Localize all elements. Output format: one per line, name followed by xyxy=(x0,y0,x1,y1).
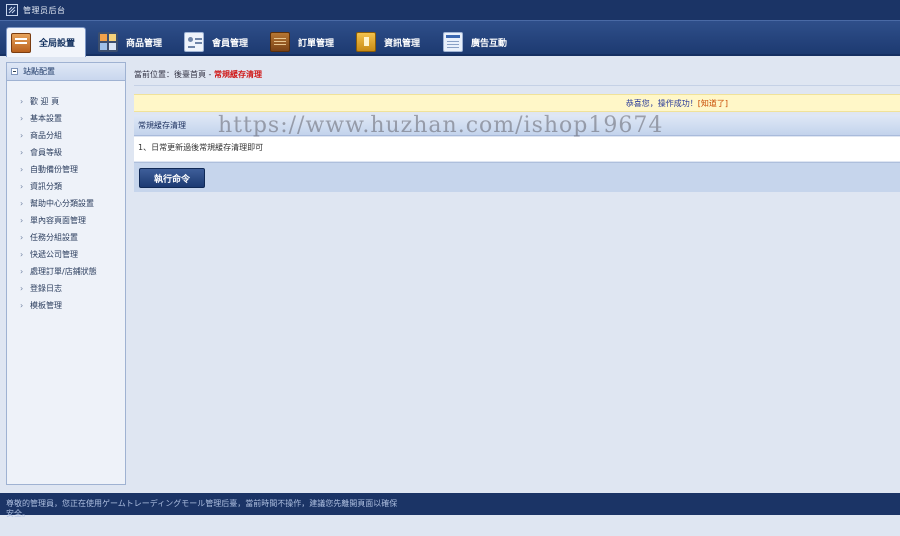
sidebar-menu: › 歡 迎 頁 › 基本設置 › 商品分組 › 會員等級 › 自動備份管理 › 資訊分類 ›… xyxy=(7,81,125,314)
news-icon xyxy=(356,32,376,52)
tab-product-management[interactable]: 商品管理 xyxy=(94,27,174,57)
success-notice: 恭喜您，操作成功！[知道了] xyxy=(134,94,900,112)
sidebar-item-login-log[interactable]: › 登錄日志 xyxy=(7,280,125,297)
sidebar-item-basic-settings[interactable]: › 基本設置 xyxy=(7,110,125,127)
sidebar-item-member-levels[interactable]: › 會員等級 xyxy=(7,144,125,161)
order-book-icon xyxy=(270,32,290,52)
tab-label: 廣告互動 xyxy=(471,38,508,49)
tab-ad-interaction[interactable]: 廣告互動 xyxy=(439,27,519,57)
tab-news-management[interactable]: 資訊管理 xyxy=(352,27,432,57)
app-titlebar: 管理员后台 xyxy=(0,0,900,20)
sidebar-title: 站點配置 xyxy=(23,67,55,76)
tab-label: 會員管理 xyxy=(212,38,249,49)
sidebar-item-single-pages[interactable]: › 單內容頁面管理 xyxy=(7,212,125,229)
app-logo-icon xyxy=(6,4,18,16)
sidebar-item-template-management[interactable]: › 模板管理 xyxy=(7,297,125,314)
notice-message: 恭喜您，操作成功！ xyxy=(625,99,698,108)
notice-dismiss-link[interactable]: [知道了] xyxy=(698,99,728,108)
sidebar-item-help-categories[interactable]: › 幫助中心分類設置 xyxy=(7,195,125,212)
sidebar-item-label: 會員等級 xyxy=(30,148,62,157)
sidebar-item-label: 自動備份管理 xyxy=(30,165,78,174)
execute-command-button[interactable]: 執行命令 xyxy=(139,168,205,188)
sidebar: 站點配置 › 歡 迎 頁 › 基本設置 › 商品分組 › 會員等級 › 自動備份管理 › 資… xyxy=(6,62,126,485)
tab-member-management[interactable]: 會員管理 xyxy=(180,27,260,57)
tab-label: 訂單管理 xyxy=(298,38,335,49)
sidebar-item-label: 任務分組設置 xyxy=(30,233,78,242)
divider xyxy=(134,85,900,86)
app-title: 管理员后台 xyxy=(23,5,66,15)
breadcrumb-current: 常規緩存清理 xyxy=(213,70,262,79)
sidebar-item-order-shop-status[interactable]: › 處理訂單/店鋪狀態 xyxy=(7,263,125,280)
sidebar-item-label: 幫助中心分類設置 xyxy=(30,199,94,208)
sidebar-item-label: 基本設置 xyxy=(30,114,62,123)
tab-global-settings[interactable]: 全局設置 xyxy=(6,27,86,57)
breadcrumb: 當前位置：後臺首頁 - 常規緩存清理 xyxy=(134,69,262,80)
sidebar-item-label: 歡 迎 頁 xyxy=(30,97,60,106)
chevron-right-icon: › xyxy=(20,182,24,191)
chevron-right-icon: › xyxy=(20,301,24,310)
sidebar-item-courier-companies[interactable]: › 快遞公司管理 xyxy=(7,246,125,263)
chevron-right-icon: › xyxy=(20,97,24,106)
chevron-right-icon: › xyxy=(20,199,24,208)
footer-message: 尊敬的管理員，您正在使用ゲームトレーディングモール管理后臺，當前時間不操作，建議… xyxy=(6,499,398,518)
sidebar-item-product-groups[interactable]: › 商品分組 xyxy=(7,127,125,144)
footer-bar: 尊敬的管理員，您正在使用ゲームトレーディングモール管理后臺，當前時間不操作，建議… xyxy=(0,493,900,518)
user-card-icon xyxy=(184,32,204,52)
sidebar-item-label: 處理訂單/店鋪狀態 xyxy=(30,267,97,276)
settings-icon xyxy=(11,32,31,53)
chevron-right-icon: › xyxy=(20,284,24,293)
grid-icon xyxy=(98,32,118,52)
sidebar-item-welcome[interactable]: › 歡 迎 頁 xyxy=(7,93,125,110)
sidebar-header[interactable]: 站點配置 xyxy=(7,63,125,81)
tab-label: 資訊管理 xyxy=(384,38,421,49)
panel-actions: 執行命令 xyxy=(134,162,900,192)
collapse-icon[interactable] xyxy=(11,68,18,75)
watermark-text: https://www.huzhan.com/ishop19674 xyxy=(218,113,664,138)
chevron-right-icon: › xyxy=(20,267,24,276)
chevron-right-icon: › xyxy=(20,131,24,140)
chevron-right-icon: › xyxy=(20,148,24,157)
sidebar-item-label: 資訊分類 xyxy=(30,182,62,191)
chevron-right-icon: › xyxy=(20,250,24,259)
ad-icon xyxy=(443,32,463,52)
breadcrumb-prefix: 當前位置：後臺首頁 - xyxy=(134,70,214,79)
sidebar-item-label: 快遞公司管理 xyxy=(30,250,78,259)
sidebar-item-label: 單內容頁面管理 xyxy=(30,216,86,225)
sidebar-item-auto-backup[interactable]: › 自動備份管理 xyxy=(7,161,125,178)
main-nav: 全局設置 商品管理 會員管理 訂單管理 資訊管理 廣告互動 xyxy=(0,20,900,57)
sidebar-item-label: 商品分組 xyxy=(30,131,62,140)
sidebar-item-label: 模板管理 xyxy=(30,301,62,310)
sidebar-item-label: 登錄日志 xyxy=(30,284,62,293)
chevron-right-icon: › xyxy=(20,114,24,123)
sidebar-item-news-categories[interactable]: › 資訊分類 xyxy=(7,178,125,195)
sidebar-item-task-groups[interactable]: › 任務分組設置 xyxy=(7,229,125,246)
chevron-right-icon: › xyxy=(20,165,24,174)
tab-order-management[interactable]: 訂單管理 xyxy=(266,27,346,57)
panel-instruction: 1、日常更新過後常規緩存清理即可 xyxy=(134,137,900,161)
tab-label: 全局設置 xyxy=(39,39,76,49)
chevron-right-icon: › xyxy=(20,233,24,242)
tab-label: 商品管理 xyxy=(126,38,163,49)
chevron-right-icon: › xyxy=(20,216,24,225)
